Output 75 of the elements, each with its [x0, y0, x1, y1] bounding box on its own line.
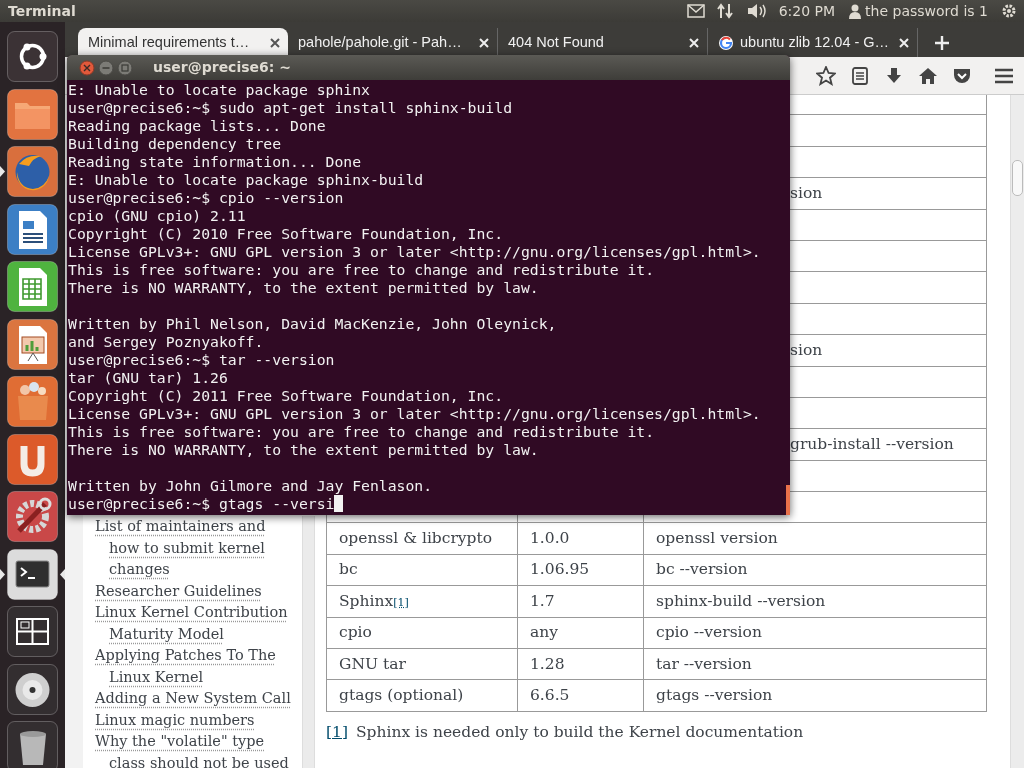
terminal-line: user@precise6:~$ gtags --versi	[68, 495, 335, 512]
terminal-line: There is NO WARRANTY, to the extent permitted by law.	[68, 441, 540, 459]
settings-icon[interactable]	[1001, 3, 1017, 19]
table-cell: gtags (optional)	[339, 686, 464, 704]
plus-icon[interactable]	[935, 36, 949, 50]
terminal-line: Reading package lists... Done	[68, 117, 327, 135]
table-cell: grub-install --version	[790, 434, 954, 453]
table-cell: any	[530, 623, 558, 642]
table-cell: tar --version	[656, 654, 752, 673]
table-cell: 1.0.0	[530, 529, 570, 548]
sidebar-link[interactable]: Linux Kernel Contribution Maturity Model	[97, 602, 296, 645]
scrollbar[interactable]	[302, 516, 315, 768]
clock[interactable]: 6:20 PM	[778, 0, 836, 22]
table-cell: gtags --version	[656, 686, 773, 704]
terminal-line: E: Unable to locate package sphinx-build	[68, 171, 425, 189]
sidebar-link[interactable]: Researcher Guidelines	[97, 580, 296, 602]
terminal-line: user@precise6:~$ tar --version	[68, 351, 336, 369]
terminal-line: user@precise6:~$ sudo apt-get install sphinx-build	[68, 99, 513, 117]
footnote-link[interactable]: [1]	[326, 720, 348, 745]
table-cell: 1.7	[530, 591, 555, 610]
terminal-line: Reading state information... Done	[68, 153, 363, 171]
mail-icon[interactable]	[686, 4, 705, 18]
table-cell: openssl version	[656, 529, 778, 548]
terminal-line: Building dependency tree	[68, 135, 283, 153]
user-name[interactable]: the password is 1	[865, 0, 988, 22]
volume-icon[interactable]	[746, 3, 767, 19]
sidebar-link[interactable]: List of maintainers and how to submit kernel changes	[97, 516, 296, 581]
table-cell: sphinx-build --version	[656, 591, 826, 610]
sidebar-link[interactable]: Adding a New System Call	[97, 688, 296, 710]
text-cursor	[334, 495, 344, 512]
sidebar-link[interactable]: Applying Patches To The Linux Kernel	[97, 645, 296, 688]
terminal-line: tar (GNU tar) 1.26	[68, 369, 229, 387]
list-icon[interactable]	[850, 65, 870, 86]
terminal-line: This is free software: you are free to change and redistribute it.	[68, 261, 656, 279]
table-cell: bc	[339, 560, 358, 579]
star-icon[interactable]	[816, 65, 836, 86]
table-cell: openssl & libcrypto	[339, 529, 493, 548]
terminal-line: License GPLv3+: GNU GPL version 3 or later <http://gnu.org/licenses/gpl.html>.	[68, 405, 762, 423]
window-title: Terminal	[7, 1, 76, 21]
terminal-icon[interactable]	[0, 548, 65, 600]
sidebar-link[interactable]: Why the "volatile" type class should not be used	[97, 731, 296, 768]
terminal-line: Copyright (C) 2010 Free Software Foundation, Inc.	[68, 225, 505, 243]
table-cell: sion	[790, 183, 823, 202]
table-cell: sion	[790, 340, 823, 359]
terminal-line: This is free software: you are free to change and redistribute it.	[68, 423, 656, 441]
window-title: user@precise6: ~	[153, 58, 291, 77]
scrollbar[interactable]	[1010, 95, 1024, 768]
sidebar-link[interactable]: Linux magic numbers	[97, 709, 296, 731]
table-cell: Sphinx	[339, 591, 394, 610]
terminal-line: cpio (GNU cpio) 2.11	[68, 207, 247, 225]
footnote-text: Sphinx is needed only to build the Kernel documentation	[355, 721, 804, 743]
terminal-line: There is NO WARRANTY, to the extent permitted by law.	[68, 279, 540, 297]
table-cell: cpio --version	[656, 623, 762, 642]
table-cell: 1.28	[530, 654, 565, 673]
scrollbar-thumb[interactable]	[1012, 160, 1023, 196]
terminal-line: and Sergey Poznyakoff.	[68, 333, 265, 351]
terminal-line: Copyright (C) 2011 Free Software Foundation, Inc.	[68, 387, 505, 405]
browser-tab[interactable]: Minimal requirements t…	[78, 28, 288, 57]
close-button[interactable]	[79, 59, 95, 76]
scrollbar-thumb[interactable]	[786, 485, 790, 515]
terminal-line: user@precise6:~$ cpio --version	[68, 189, 345, 207]
home-icon[interactable]	[918, 65, 938, 86]
table-cell: bc --version	[656, 560, 748, 579]
table-cell: cpio	[339, 623, 372, 642]
transfer-arrows-icon[interactable]	[716, 3, 733, 19]
user-icon[interactable]	[849, 3, 862, 19]
close-icon[interactable]	[270, 37, 280, 48]
terminal-line: Written by Phil Nelson, David MacKenzie, John Oleynick,	[68, 315, 558, 333]
table-cell: GNU tar	[339, 654, 406, 673]
terminal-line: E: Unable to locate package sphinx	[68, 81, 371, 99]
footnote-link[interactable]: [1]	[393, 595, 409, 609]
terminal-line: License GPLv3+: GNU GPL version 3 or later <http://gnu.org/licenses/gpl.html>.	[68, 243, 762, 261]
terminal-line: Written by John Gilmore and Jay Fenlason.	[68, 477, 434, 495]
table-cell: 6.6.5	[530, 686, 570, 704]
table-cell: 1.06.95	[530, 560, 590, 579]
